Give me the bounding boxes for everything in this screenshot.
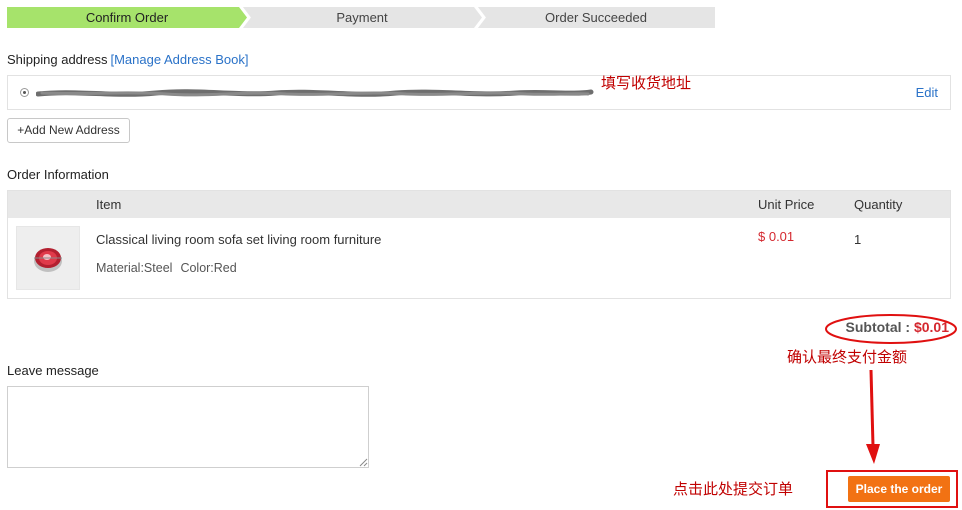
product-color: Color:Red xyxy=(180,261,237,275)
order-steps: Confirm Order Payment Order Succeeded xyxy=(7,7,715,28)
manage-address-book-link[interactable]: [Manage Address Book] xyxy=(110,52,248,67)
product-thumbnail[interactable] xyxy=(16,226,80,290)
edit-address-link[interactable]: Edit xyxy=(916,85,938,100)
step-label: Payment xyxy=(336,10,388,25)
step-label: Order Succeeded xyxy=(545,10,647,25)
add-new-address-button[interactable]: +Add New Address xyxy=(7,118,130,143)
product-unit-price: $ 0.01 xyxy=(758,229,795,244)
place-order-button[interactable]: Place the order xyxy=(848,476,950,502)
annotation-fill-address: 填写收货地址 xyxy=(601,74,692,92)
shipping-address-label: Shipping address xyxy=(7,52,108,67)
order-table-header: Item Unit Price Quantity xyxy=(8,191,950,218)
step-order-succeeded: Order Succeeded xyxy=(477,7,715,28)
leave-message-label: Leave message xyxy=(7,363,99,378)
shipping-address-header: Shipping address [Manage Address Book] xyxy=(7,52,249,67)
product-name[interactable]: Classical living room sofa set living ro… xyxy=(96,232,381,247)
column-unit-price: Unit Price xyxy=(758,197,815,212)
step-label: Confirm Order xyxy=(85,10,169,25)
address-radio[interactable] xyxy=(20,88,29,97)
column-quantity: Quantity xyxy=(854,197,903,212)
annotation-ellipse xyxy=(825,314,957,344)
order-table: Item Unit Price Quantity Classical livin… xyxy=(7,190,951,299)
product-attributes: Material:Steel Color:Red xyxy=(96,261,237,275)
annotation-arrow-icon xyxy=(866,369,880,464)
step-payment: Payment xyxy=(242,7,482,28)
resize-grip-icon[interactable] xyxy=(358,457,368,467)
step-confirm-order: Confirm Order xyxy=(7,7,247,28)
product-quantity: 1 xyxy=(854,232,862,247)
leave-message-textarea[interactable] xyxy=(7,386,369,468)
address-option[interactable]: Edit xyxy=(7,75,951,110)
annotation-click-submit: 点击此处提交订单 xyxy=(673,480,794,498)
redacted-address-scribble xyxy=(36,89,594,97)
column-item: Item xyxy=(96,197,122,212)
order-information-title: Order Information xyxy=(7,167,109,182)
annotation-confirm-amount: 确认最终支付金额 xyxy=(787,348,908,366)
product-material: Material:Steel xyxy=(96,261,173,275)
product-image xyxy=(34,248,62,272)
